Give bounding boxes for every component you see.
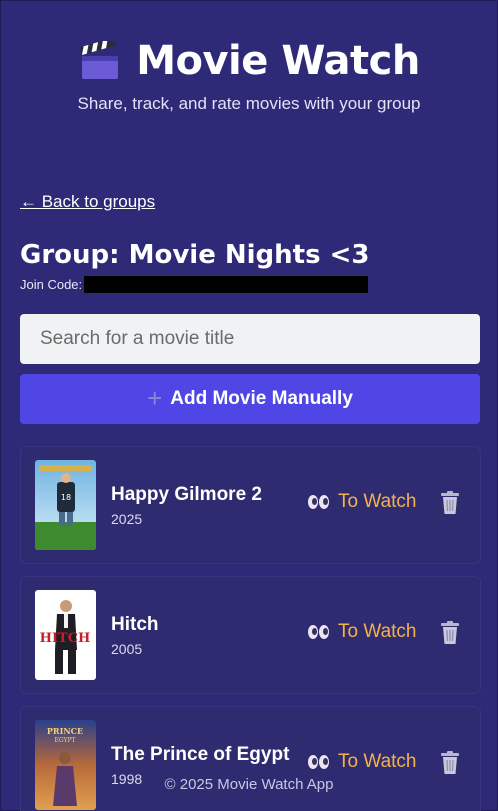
plus-icon: + bbox=[147, 383, 163, 413]
movie-search-input[interactable] bbox=[20, 314, 480, 364]
svg-text:HITCH: HITCH bbox=[40, 631, 91, 646]
movie-card: HITCH Hitch 2005 To Watch bbox=[20, 576, 481, 694]
back-to-groups-link[interactable]: ← Back to groups bbox=[20, 192, 155, 212]
app-tagline: Share, track, and rate movies with your … bbox=[77, 94, 421, 113]
eyes-icon bbox=[308, 755, 330, 769]
watch-status-toggle[interactable]: To Watch bbox=[308, 751, 417, 773]
watch-status-toggle[interactable]: To Watch bbox=[308, 491, 417, 513]
movie-year: 2005 bbox=[111, 641, 143, 657]
app-title: Movie Watch bbox=[136, 38, 420, 84]
movie-year: 2025 bbox=[111, 511, 143, 527]
watch-status-label: To Watch bbox=[338, 621, 417, 642]
trash-icon[interactable] bbox=[439, 491, 461, 515]
add-movie-manually-label: Add Movie Manually bbox=[170, 388, 353, 409]
app-header: Movie Watch Share, track, and rate movie… bbox=[0, 34, 498, 114]
title-row: Movie Watch bbox=[0, 34, 498, 88]
app-footer: © 2025 Movie Watch App bbox=[164, 776, 334, 793]
trash-icon[interactable] bbox=[439, 751, 461, 775]
join-code-row: Join Code: bbox=[20, 276, 369, 293]
movie-poster: PRINCE EGYPT bbox=[35, 720, 96, 810]
join-code-label: Join Code: bbox=[20, 277, 83, 292]
add-movie-manually-button[interactable]: + Add Movie Manually bbox=[20, 374, 480, 424]
eyes-icon bbox=[308, 625, 330, 639]
movie-card: 18 Happy Gilmore 2 2025 To Watch bbox=[20, 446, 481, 564]
svg-text:18: 18 bbox=[61, 493, 71, 502]
movie-poster: HITCH bbox=[35, 590, 96, 680]
movie-title: The Prince of Egypt bbox=[111, 744, 290, 765]
join-code-redacted bbox=[84, 276, 369, 293]
clapperboard-icon bbox=[78, 37, 122, 81]
svg-text:EGYPT: EGYPT bbox=[54, 737, 75, 744]
movie-title: Happy Gilmore 2 bbox=[111, 484, 262, 505]
movie-title: Hitch bbox=[111, 614, 159, 635]
watch-status-toggle[interactable]: To Watch bbox=[308, 621, 417, 643]
movie-poster: 18 bbox=[35, 460, 96, 550]
watch-status-label: To Watch bbox=[338, 491, 417, 512]
movie-card: PRINCE EGYPT The Prince of Egypt 1998 To… bbox=[20, 706, 481, 811]
eyes-icon bbox=[308, 495, 330, 509]
trash-icon[interactable] bbox=[439, 621, 461, 645]
watch-status-label: To Watch bbox=[338, 751, 417, 772]
group-title: Group: Movie Nights <3 bbox=[20, 240, 370, 270]
svg-text:PRINCE: PRINCE bbox=[47, 726, 83, 736]
